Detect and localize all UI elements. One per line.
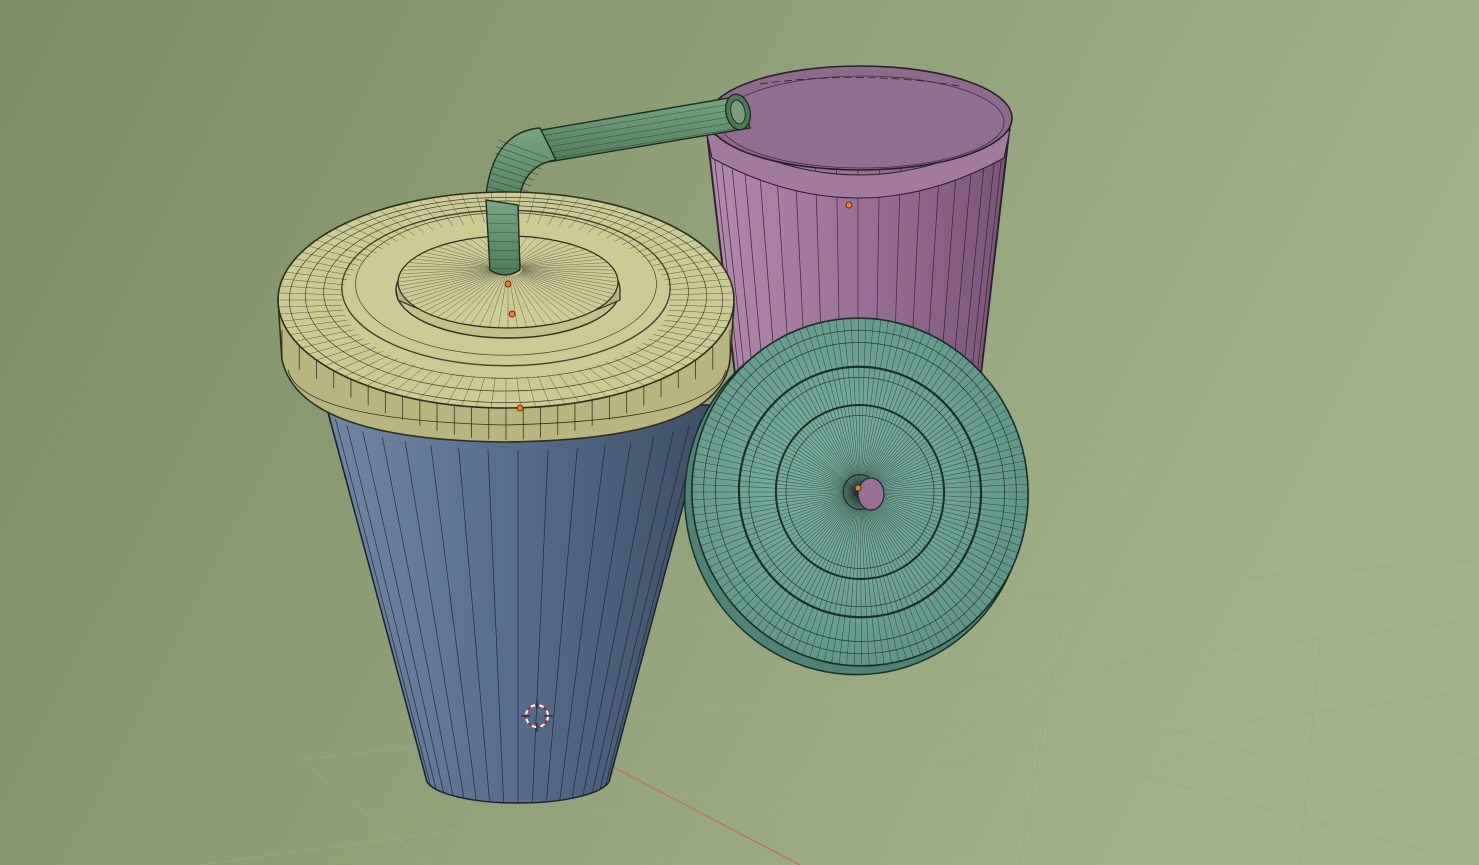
origin-dot [516, 404, 524, 412]
viewport-canvas[interactable] [0, 0, 1479, 865]
origin-dot [845, 201, 853, 209]
origin-dot [508, 310, 516, 318]
straw-lower-segment[interactable] [485, 199, 521, 276]
origin-dot [854, 484, 862, 492]
origin-dot [504, 280, 512, 288]
3d-viewport[interactable] [0, 0, 1479, 865]
